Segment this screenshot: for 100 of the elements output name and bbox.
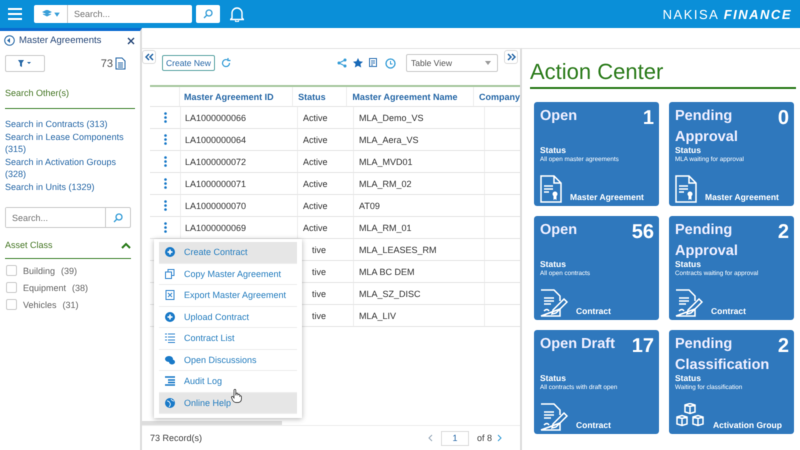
view-dropdown[interactable]: Table View (406, 54, 498, 72)
more-icon[interactable] (164, 178, 166, 189)
module-dropdown[interactable] (34, 5, 68, 23)
search-link[interactable]: Search in Activation Groups (328) (5, 156, 135, 180)
menu-item[interactable]: Copy Master Agreement (159, 264, 297, 285)
table-cell: LA1000000070 (185, 200, 246, 210)
table-cell: Active (303, 200, 328, 210)
double-chevron-right-icon (506, 53, 516, 61)
card-type: Activation Group (713, 420, 782, 431)
section-heading: Asset Class (5, 240, 53, 250)
copy-icon (165, 268, 175, 279)
more-icon[interactable] (164, 156, 166, 167)
spreadsheet-icon (165, 290, 175, 300)
star-icon[interactable] (353, 58, 363, 68)
column-header[interactable]: Master Agreement Name (346, 87, 473, 106)
search-link[interactable]: Search in Contracts (313) (5, 118, 135, 130)
layers-caret-icon (42, 10, 60, 18)
bell-icon[interactable] (230, 6, 244, 22)
menu-item[interactable]: Online Help (159, 392, 297, 414)
next-icon[interactable] (497, 434, 502, 442)
search-icon (203, 9, 213, 19)
record-count: 73 (100, 58, 113, 70)
more-icon[interactable] (164, 112, 166, 123)
column-header[interactable]: Company (472, 87, 520, 106)
table-cell: MLA_LEASES_RM (359, 244, 437, 254)
close-icon[interactable] (127, 36, 135, 44)
collapse-right-button[interactable] (504, 50, 518, 64)
filter-count: (39) (61, 266, 78, 276)
checkbox[interactable] (6, 265, 17, 276)
clock-icon[interactable] (385, 58, 396, 68)
table-cell: LA1000000072 (185, 156, 246, 166)
create-new-button[interactable]: Create New (162, 55, 215, 71)
table-cell: MLA_Aera_VS (359, 134, 419, 144)
menu-item[interactable]: Open Discussions (159, 350, 297, 371)
checkbox[interactable] (6, 282, 17, 293)
filter-button[interactable] (5, 55, 45, 72)
panel-title: Action Center (530, 59, 796, 89)
search-field[interactable]: Search... (68, 5, 192, 23)
card-type: Contract (576, 306, 611, 317)
previous-icon[interactable] (428, 434, 433, 442)
table-cell: tive (312, 310, 326, 320)
column-header[interactable]: Status (292, 87, 346, 106)
more-icon[interactable] (164, 200, 166, 211)
filter-count: (38) (72, 282, 88, 292)
card-count: 2 (778, 220, 789, 244)
hand-cursor-icon (231, 389, 242, 403)
double-chevron-left-icon (144, 53, 154, 61)
filter-icon (18, 60, 32, 67)
table-cell: tive (312, 266, 326, 276)
document-icon[interactable] (115, 57, 126, 70)
search-link[interactable]: Search in Lease Components (315) (5, 130, 135, 156)
card-label: Status (675, 373, 702, 383)
section-heading: Search Other(s) (5, 88, 135, 109)
menu-item[interactable]: Export Master Agreement (159, 285, 297, 306)
menu-item[interactable]: Create Contract (159, 242, 297, 264)
table-cell: LA1000000069 (185, 222, 246, 232)
card-title: Open (540, 107, 578, 126)
document-pen-icon (540, 403, 568, 431)
table-cell: tive (312, 244, 326, 254)
search-button[interactable] (196, 5, 220, 23)
filter-label: Equipment (23, 282, 66, 292)
more-icon[interactable] (164, 222, 166, 233)
table-cell: MLA_RM_02 (359, 178, 412, 188)
search-field[interactable]: Search... (5, 207, 131, 228)
page-field[interactable]: 1 (440, 430, 469, 446)
back-icon[interactable] (4, 35, 15, 46)
table-cell: MLA BC DEM (359, 266, 415, 276)
collapse-left-button[interactable] (142, 50, 156, 64)
card-title: Pending Approval (675, 221, 739, 261)
list-icon (165, 333, 175, 344)
document-pen-icon (540, 289, 568, 317)
panel-title: Master Agreements (19, 35, 102, 46)
page-total: of 8 (476, 433, 492, 443)
more-icon[interactable] (164, 134, 166, 145)
card-label: Status (540, 259, 567, 269)
plus-icon (165, 247, 175, 258)
caret-icon (485, 61, 491, 65)
card-count: 1 (642, 106, 654, 130)
card-type: Master Agreement (570, 192, 644, 203)
refresh-icon[interactable] (220, 58, 231, 68)
menu-item[interactable]: Contract List (159, 328, 297, 350)
filter-count: (31) (62, 300, 79, 310)
table-cell: LA1000000064 (185, 134, 246, 144)
column-header[interactable]: Master Agreement ID (178, 87, 292, 106)
document-icon (675, 175, 697, 203)
table-cell: tive (312, 288, 326, 298)
record-count: 73 Record(s) (150, 433, 202, 443)
search-icon[interactable] (113, 212, 123, 222)
menu-item[interactable]: Upload Contract (159, 306, 297, 328)
checkbox[interactable] (6, 299, 17, 310)
share-icon[interactable] (337, 58, 347, 68)
plus-icon (165, 312, 175, 322)
search-link[interactable]: Search in Units (1329) (5, 180, 135, 193)
collapse-icon[interactable] (121, 242, 131, 248)
grid-icon[interactable] (369, 58, 379, 68)
document-icon (540, 175, 562, 203)
card-type: Contract (576, 420, 611, 431)
card-title: Pending Classification (675, 335, 770, 375)
table-cell: Active (303, 112, 328, 122)
menu-icon[interactable] (8, 8, 22, 20)
